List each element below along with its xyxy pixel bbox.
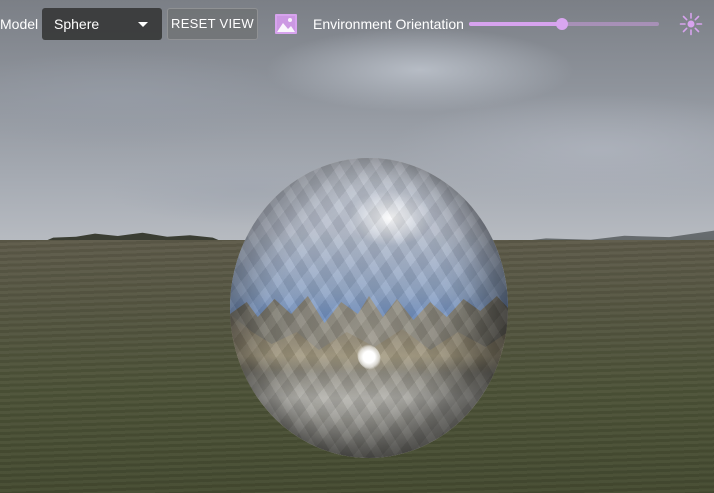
model-select-value: Sphere: [54, 16, 100, 32]
image-icon[interactable]: [274, 12, 298, 36]
chevron-down-icon: [138, 22, 148, 27]
slider-thumb[interactable]: [556, 18, 569, 30]
model-label: Model: [0, 16, 39, 32]
environment-orientation-label: Environment Orientation: [313, 16, 464, 32]
reset-view-button[interactable]: RESET VIEW: [167, 8, 258, 40]
model-select[interactable]: Sphere: [42, 8, 162, 40]
environment-orientation-slider[interactable]: [469, 17, 659, 31]
viewport-3d[interactable]: [0, 0, 714, 493]
slider-fill: [469, 22, 563, 26]
sphere-model[interactable]: [230, 158, 508, 458]
sphere-shading: [230, 158, 508, 458]
sun-icon[interactable]: [679, 12, 703, 36]
